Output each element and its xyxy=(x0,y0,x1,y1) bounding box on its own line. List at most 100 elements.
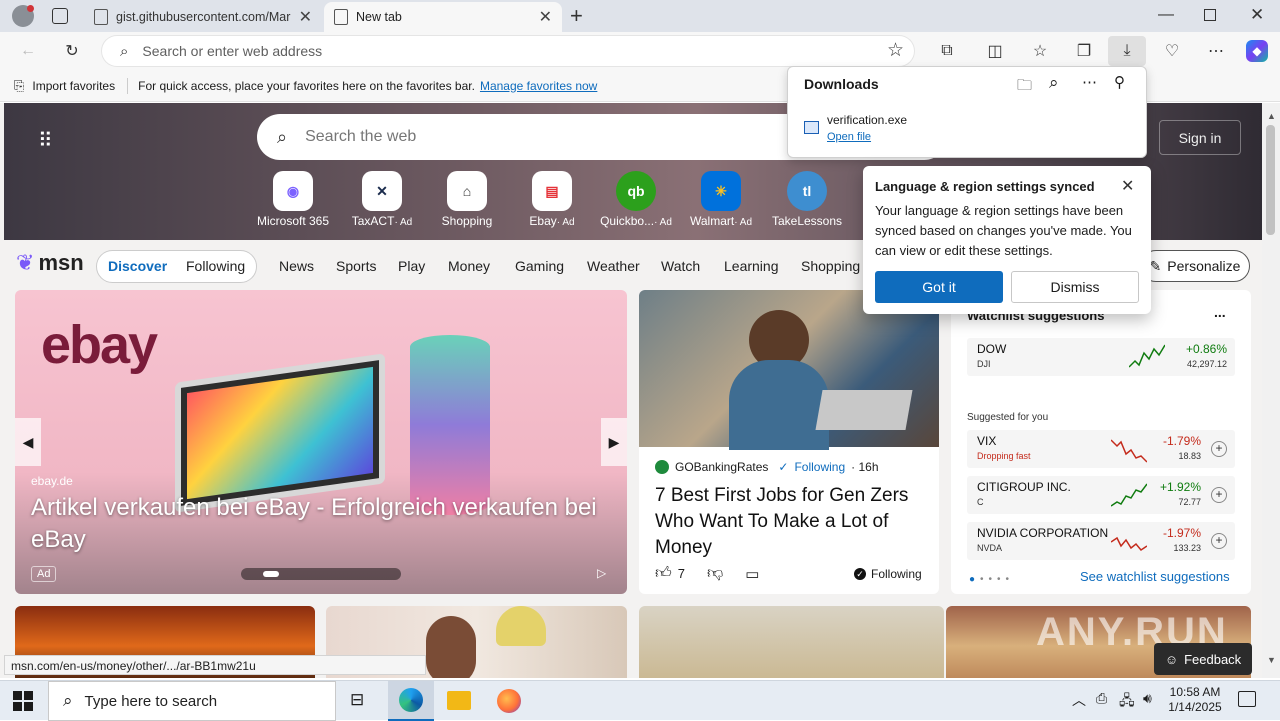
news-card[interactable]: GOBankingRates ✓ Following · 16h 7 Best … xyxy=(639,290,939,594)
ad-headline[interactable]: Artikel verkaufen bei eBay - Erfolgreich… xyxy=(31,492,611,556)
add-to-watchlist-icon[interactable]: + xyxy=(1211,487,1227,503)
minimize-icon[interactable]: — xyxy=(1158,6,1174,24)
nav-gaming[interactable]: Gaming xyxy=(515,258,564,274)
nav-weather[interactable]: Weather xyxy=(587,258,640,274)
ebay-ad-card[interactable]: ebay ◀ ▶ ebay.de Artikel verkaufen bei e… xyxy=(15,290,627,594)
tile-ebay[interactable]: ▤ Ebay· Ad xyxy=(512,171,592,228)
taskbar-clock[interactable]: 10:58 AM 1/14/2025 xyxy=(1164,685,1226,715)
browser-essentials-icon[interactable]: ♡ xyxy=(1161,40,1183,62)
tab-new-tab[interactable]: New tab ✕ xyxy=(324,2,562,32)
dismiss-button[interactable]: Dismiss xyxy=(1011,271,1139,303)
personalize-button[interactable]: ✎ Personalize xyxy=(1140,250,1250,282)
close-tab-icon[interactable]: ✕ xyxy=(539,7,552,27)
device-icon[interactable]: ⎙ xyxy=(1096,690,1107,707)
nav-watch[interactable]: Watch xyxy=(661,258,700,274)
task-view-icon[interactable]: ⊟ xyxy=(350,690,364,710)
tab-gist[interactable]: gist.githubusercontent.com/Mar ✕ xyxy=(84,2,322,32)
close-tab-icon[interactable]: ✕ xyxy=(299,7,312,27)
nav-play[interactable]: Play xyxy=(398,258,425,274)
close-popup-icon[interactable]: ✕ xyxy=(1121,176,1134,196)
tab-following[interactable]: Following xyxy=(186,258,245,274)
start-windows-icon[interactable] xyxy=(13,691,33,711)
file-explorer-icon[interactable] xyxy=(447,691,471,710)
show-hidden-icons[interactable]: ︿ xyxy=(1072,690,1086,710)
news-headline[interactable]: 7 Best First Jobs for Gen Zers Who Want … xyxy=(655,483,931,561)
open-file-link[interactable]: Open file xyxy=(827,131,871,143)
favorite-star-icon[interactable]: ☆ xyxy=(887,39,904,62)
restore-icon[interactable] xyxy=(1204,9,1216,21)
got-it-button[interactable]: Got it xyxy=(875,271,1003,303)
copilot-icon[interactable]: ◆ xyxy=(1246,40,1268,62)
new-tab-icon[interactable]: + xyxy=(570,3,583,29)
scroll-down-icon[interactable]: ▼ xyxy=(1267,655,1276,665)
news-source[interactable]: GOBankingRates xyxy=(675,460,768,474)
notifications-icon[interactable] xyxy=(1238,691,1256,707)
nav-shopping[interactable]: Shopping xyxy=(801,258,860,274)
collections-icon[interactable]: ❐ xyxy=(1073,40,1095,62)
profile-avatar[interactable] xyxy=(12,5,34,27)
watchlist-row-nvidia[interactable]: NVIDIA CORPORATION NVDA -1.97% 133.23 + xyxy=(967,522,1235,560)
tile-walmart[interactable]: ✳ Walmart· Ad xyxy=(681,171,761,228)
watchlist-more-icon[interactable]: ... xyxy=(1214,304,1226,320)
sign-in-button[interactable]: Sign in xyxy=(1159,120,1241,155)
downloads-more-icon[interactable]: ⋯ xyxy=(1082,73,1097,91)
stock-name: DOW xyxy=(977,342,1007,356)
watchlist-row-dow[interactable]: DOW DJI +0.86% 42,297.12 xyxy=(967,338,1235,376)
nav-news[interactable]: News xyxy=(279,258,314,274)
watchlist-pager-dots[interactable]: ●•••• xyxy=(969,574,1014,585)
back-icon[interactable]: ← xyxy=(17,40,39,62)
footer-following[interactable]: ✓ Following xyxy=(854,567,922,581)
carousel-dots[interactable] xyxy=(241,568,401,580)
network-icon[interactable]: 🖧︎ xyxy=(1119,690,1135,714)
refresh-icon[interactable]: ↻ xyxy=(61,40,83,62)
import-favorites-button[interactable]: Import favorites xyxy=(32,79,115,93)
nav-learning[interactable]: Learning xyxy=(724,258,779,274)
downloads-icon[interactable]: ⤓ xyxy=(1108,36,1146,66)
extensions-icon[interactable]: ⧉ xyxy=(936,40,958,62)
following-status[interactable]: Following xyxy=(794,460,845,474)
edge-taskbar-icon[interactable] xyxy=(388,681,434,721)
tab-actions-icon[interactable] xyxy=(52,8,68,24)
scroll-up-icon[interactable]: ▲ xyxy=(1267,111,1276,121)
manage-favorites-link[interactable]: Manage favorites now xyxy=(480,79,597,93)
add-to-watchlist-icon[interactable]: + xyxy=(1211,533,1227,549)
tile-microsoft-365[interactable]: ◉ Microsoft 365 xyxy=(253,171,333,228)
tile-quickbooks[interactable]: qb Quickbo...· Ad xyxy=(596,171,676,228)
settings-more-icon[interactable]: ⋯ xyxy=(1205,40,1227,62)
tile-taxact[interactable]: ✕ TaxACT· Ad xyxy=(342,171,422,228)
close-window-icon[interactable]: ✕ xyxy=(1250,5,1264,25)
carousel-prev-icon[interactable]: ◀ xyxy=(15,418,41,466)
download-file-name[interactable]: verification.exe xyxy=(827,113,907,127)
msn-logo[interactable]: ❦ msn xyxy=(16,250,84,276)
thumbs-down-icon[interactable]: 👎︎ xyxy=(707,564,723,583)
address-placeholder: Search or enter web address xyxy=(142,43,323,59)
news-card-food[interactable] xyxy=(639,606,944,678)
favorites-icon[interactable]: ☆ xyxy=(1029,40,1051,62)
tile-shopping[interactable]: ⌂ Shopping xyxy=(427,171,507,228)
open-folder-icon[interactable]: 🗀 xyxy=(1017,75,1032,100)
split-screen-icon[interactable]: ◫ xyxy=(984,40,1006,62)
add-to-watchlist-icon[interactable]: + xyxy=(1211,441,1227,457)
feedback-button[interactable]: ☺ Feedback xyxy=(1154,643,1252,675)
apps-launcher-icon[interactable]: ⠿ xyxy=(38,128,54,153)
tab-discover[interactable]: Discover xyxy=(108,258,167,274)
address-bar[interactable]: ⌕ Search or enter web address ☆ xyxy=(102,36,914,66)
see-watchlist-link[interactable]: See watchlist suggestions xyxy=(1080,569,1230,584)
thumbs-up-icon[interactable]: 👍︎ xyxy=(655,564,672,583)
scroll-thumb[interactable] xyxy=(1266,125,1275,235)
carousel-next-icon[interactable]: ▶ xyxy=(601,418,627,466)
comment-icon[interactable]: ▭ xyxy=(745,565,759,583)
ad-choices-icon[interactable]: ▷ xyxy=(597,566,606,580)
watchlist-row-vix[interactable]: VIX Dropping fast -1.79% 18.83 + xyxy=(967,430,1235,468)
watchlist-row-citigroup[interactable]: CITIGROUP INC. C +1.92% 72.77 + xyxy=(967,476,1235,514)
nav-money[interactable]: Money xyxy=(448,258,490,274)
pin-icon[interactable]: ⚲ xyxy=(1114,73,1125,91)
tile-takelessons[interactable]: tl TakeLessons xyxy=(767,171,847,228)
nav-sports[interactable]: Sports xyxy=(336,258,376,274)
page-scrollbar[interactable]: ▲ ▼ xyxy=(1262,103,1280,678)
firefox-icon[interactable] xyxy=(497,689,521,713)
volume-icon[interactable]: 🔊︎ xyxy=(1143,690,1152,707)
search-downloads-icon[interactable]: ⌕ xyxy=(1049,73,1059,93)
check-circle-icon: ✓ xyxy=(854,568,866,580)
taskbar-search[interactable]: ⌕ Type here to search xyxy=(48,681,336,721)
